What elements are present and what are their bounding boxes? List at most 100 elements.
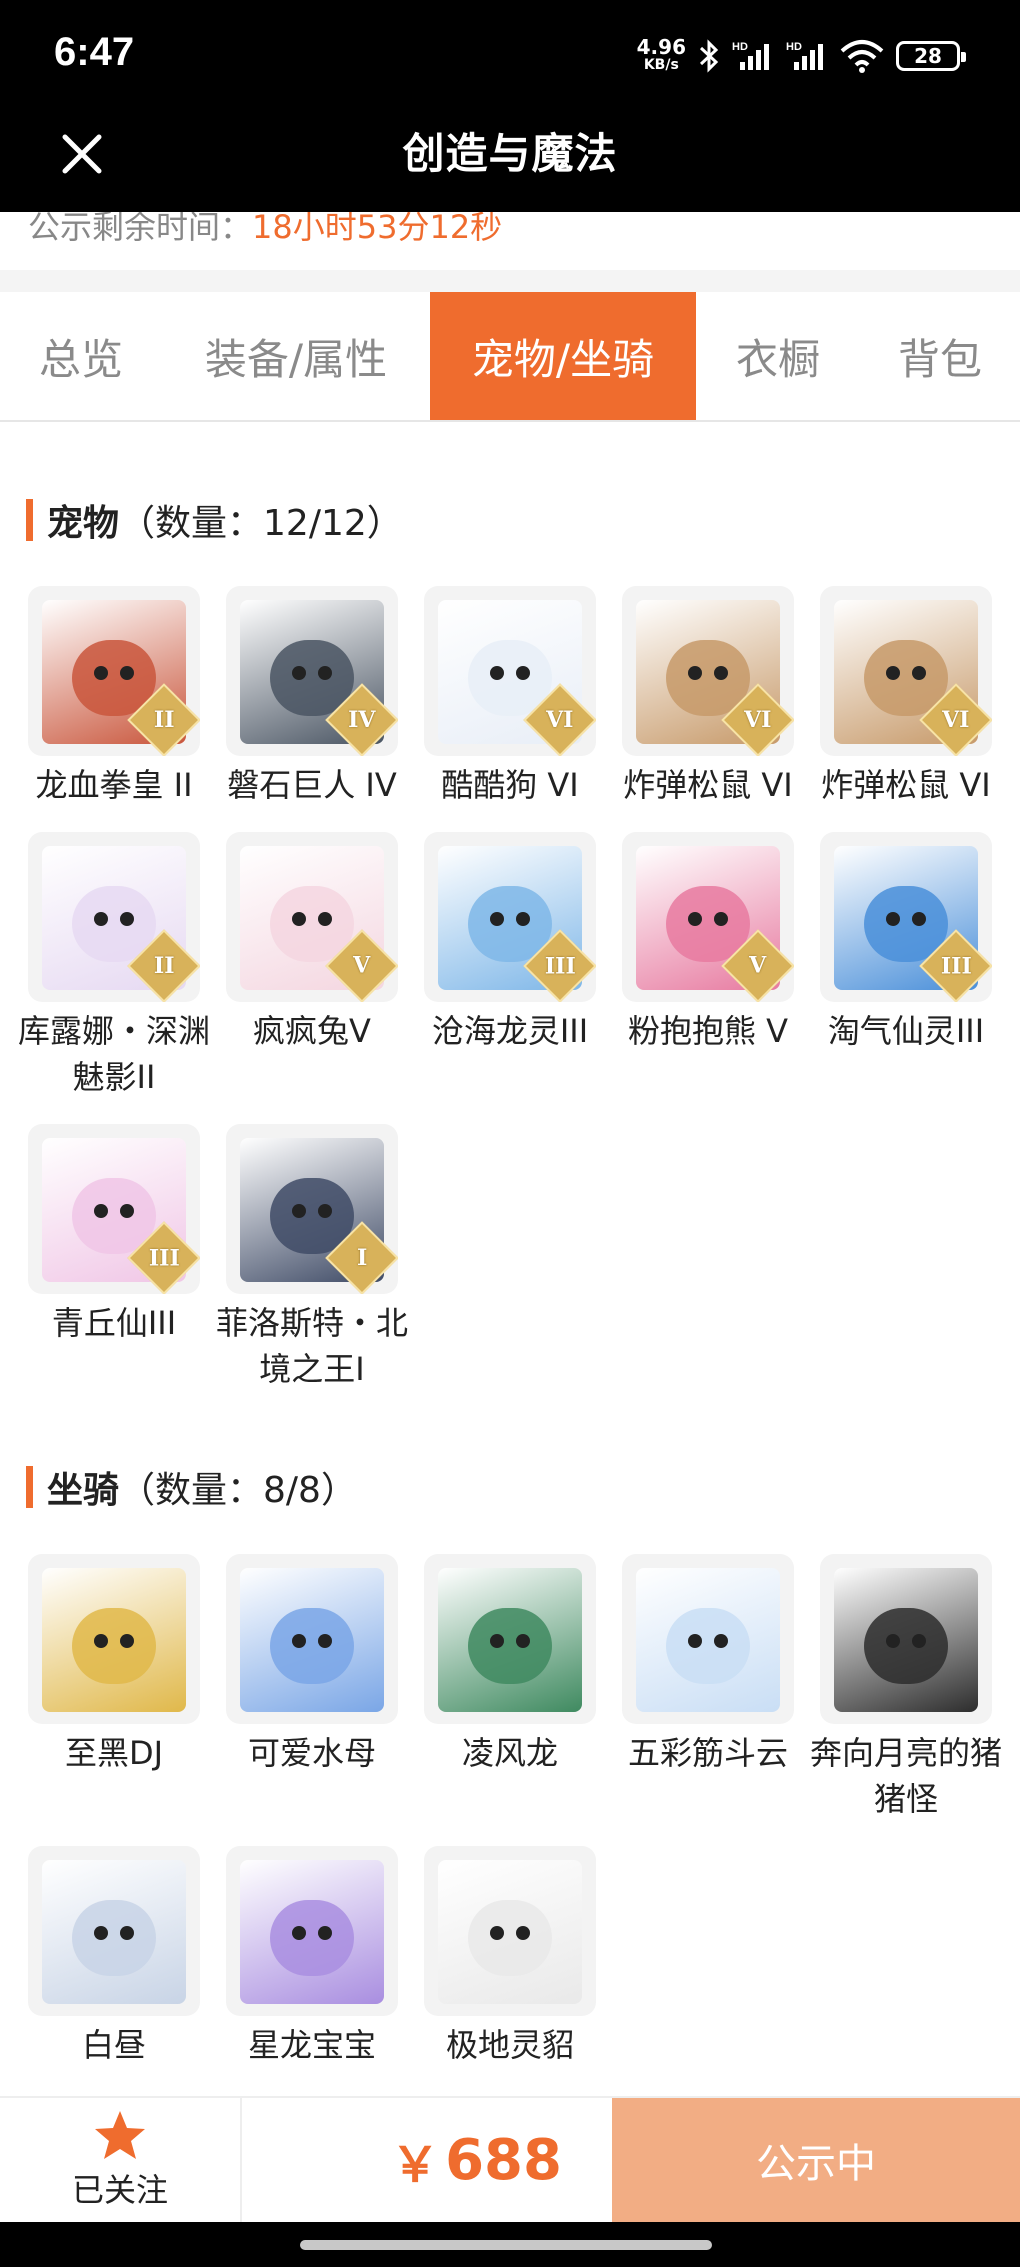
pets-item[interactable]: III 沧海龙灵III [412, 832, 608, 1054]
mounts-image [438, 1860, 582, 2004]
pets-name: 炸弹松鼠 VI [821, 766, 991, 804]
mounts-thumbnail [28, 1554, 200, 1724]
mounts-thumbnail [424, 1554, 596, 1724]
mounts-name: 凌风龙 [461, 1734, 558, 1772]
pets-item[interactable]: I 菲洛斯特・北境之王I [214, 1124, 410, 1392]
pets-thumbnail: IV [226, 586, 398, 756]
pets-thumbnail: III [820, 832, 992, 1002]
mounts-name: 星龙宝宝 [247, 2026, 376, 2064]
tab-pets-mounts[interactable]: 宠物/坐骑 [430, 292, 696, 420]
pets-item[interactable]: V 粉抱抱熊 V [610, 832, 806, 1054]
pets-item[interactable]: IV 磐石巨人 IV [214, 586, 410, 808]
clock: 6:47 [54, 30, 135, 74]
section-marker [26, 499, 33, 541]
pets-item[interactable]: II 龙血拳皇 II [16, 586, 212, 808]
pets-name: 龙血拳皇 II [35, 766, 193, 804]
signal-icon: HD [732, 40, 774, 72]
divider [0, 270, 1020, 292]
home-indicator[interactable] [300, 2240, 712, 2250]
mounts-name: 白昼 [81, 2026, 146, 2064]
pets-thumbnail: III [28, 1124, 200, 1294]
mounts-name: 至黑DJ [64, 1734, 164, 1772]
mounts-thumbnail [226, 1554, 398, 1724]
mounts-item[interactable]: 五彩筋斗云 [610, 1554, 806, 1776]
page-title: 创造与魔法 [402, 129, 618, 178]
pets-thumbnail: VI [424, 586, 596, 756]
mounts-thumbnail [424, 1846, 596, 2016]
title-bar: 创造与魔法 [0, 110, 1020, 212]
mounts-item[interactable]: 极地灵貂 [412, 1846, 608, 2068]
mounts-item[interactable]: 可爱水母 [214, 1554, 410, 1776]
pets-thumbnail: VI [622, 586, 794, 756]
pets-thumbnail: VI [820, 586, 992, 756]
mounts-item[interactable]: 白昼 [16, 1846, 212, 2068]
pets-name: 菲洛斯特・北境之王I [215, 1304, 408, 1388]
mounts-image [240, 1860, 384, 2004]
wifi-icon [840, 39, 884, 73]
pets-thumbnail: V [622, 832, 794, 1002]
follow-button[interactable]: 已关注 [0, 2098, 242, 2222]
pets-name: 淘气仙灵III [827, 1012, 985, 1050]
tab-overview[interactable]: 总览 [0, 292, 162, 420]
pets-name: 沧海龙灵III [431, 1012, 589, 1050]
pets-name: 粉抱抱熊 V [627, 1012, 789, 1050]
pets-thumbnail: III [424, 832, 596, 1002]
follow-label: 已关注 [71, 2171, 168, 2209]
mounts-thumbnail [820, 1554, 992, 1724]
section-marker [26, 1466, 33, 1508]
pets-item[interactable]: III 青丘仙III [16, 1124, 212, 1346]
tab-backpack[interactable]: 背包 [860, 292, 1020, 420]
mounts-image [834, 1568, 978, 1712]
svg-text:HD: HD [732, 41, 748, 53]
network-speed: 4.96 KB/s [636, 35, 686, 73]
pets-item[interactable]: VI 炸弹松鼠 VI [808, 586, 1004, 808]
mounts-image [240, 1568, 384, 1712]
tab-equipment[interactable]: 装备/属性 [162, 292, 430, 420]
pets-name: 酷酷狗 VI [441, 766, 579, 804]
mounts-thumbnail [622, 1554, 794, 1724]
signal-icon: HD [786, 40, 828, 72]
pets-thumbnail: V [226, 832, 398, 1002]
mounts-image [438, 1568, 582, 1712]
pets-thumbnail: II [28, 832, 200, 1002]
pets-item[interactable]: V 疯疯兔V [214, 832, 410, 1054]
countdown-value: 18小时53分12秒 [252, 212, 503, 246]
pets-name: 炸弹松鼠 VI [623, 766, 793, 804]
mounts-thumbnail [28, 1846, 200, 2016]
public-status-button[interactable]: 公示中 [612, 2098, 1020, 2222]
tab-wardrobe[interactable]: 衣橱 [696, 292, 860, 420]
bottom-action-bar: 已关注 ￥ 688 公示中 [0, 2096, 1020, 2222]
mounts-name: 极地灵貂 [445, 2026, 574, 2064]
countdown-text: 公示剩余时间：18小时53分12秒 [28, 212, 502, 248]
pets-item[interactable]: III 淘气仙灵III [808, 832, 1004, 1054]
pets-thumbnail: II [28, 586, 200, 756]
pets-section-title: 宠物 （数量：12/12） [26, 494, 403, 546]
mounts-item[interactable]: 凌风龙 [412, 1554, 608, 1776]
mounts-count: （数量：8/8） [119, 1470, 357, 1511]
mounts-item[interactable]: 星龙宝宝 [214, 1846, 410, 2068]
mounts-section-title: 坐骑 （数量：8/8） [26, 1461, 357, 1513]
pets-item[interactable]: VI 酷酷狗 VI [412, 586, 608, 808]
currency-symbol: ￥ [391, 2137, 440, 2193]
mounts-image [42, 1568, 186, 1712]
star-icon [95, 2111, 145, 2159]
pets-name: 青丘仙III [51, 1304, 177, 1342]
pets-name: 磐石巨人 IV [227, 766, 397, 804]
mounts-item[interactable]: 奔向月亮的猪猪怪 [808, 1554, 1004, 1822]
countdown-strip: 公示剩余时间：18小时53分12秒 [0, 212, 1020, 270]
pets-name: 疯疯兔V [253, 1012, 371, 1050]
mounts-name: 可爱水母 [247, 1734, 376, 1772]
svg-text:HD: HD [786, 41, 802, 53]
status-bar: 6:47 4.96 KB/s HD HD 28 [0, 0, 1020, 110]
pets-item[interactable]: II 库露娜・深渊魅影II [16, 832, 212, 1100]
pets-name: 库露娜・深渊魅影II [17, 1012, 210, 1096]
pets-thumbnail: I [226, 1124, 398, 1294]
mounts-image [636, 1568, 780, 1712]
pets-count: （数量：12/12） [119, 503, 403, 544]
price: ￥ 688 [242, 2098, 612, 2222]
system-nav-bar [0, 2222, 1020, 2267]
status-icons: 4.96 KB/s HD HD 28 [636, 30, 966, 82]
mounts-name: 奔向月亮的猪猪怪 [809, 1734, 1002, 1818]
pets-item[interactable]: VI 炸弹松鼠 VI [610, 586, 806, 808]
mounts-item[interactable]: 至黑DJ [16, 1554, 212, 1776]
